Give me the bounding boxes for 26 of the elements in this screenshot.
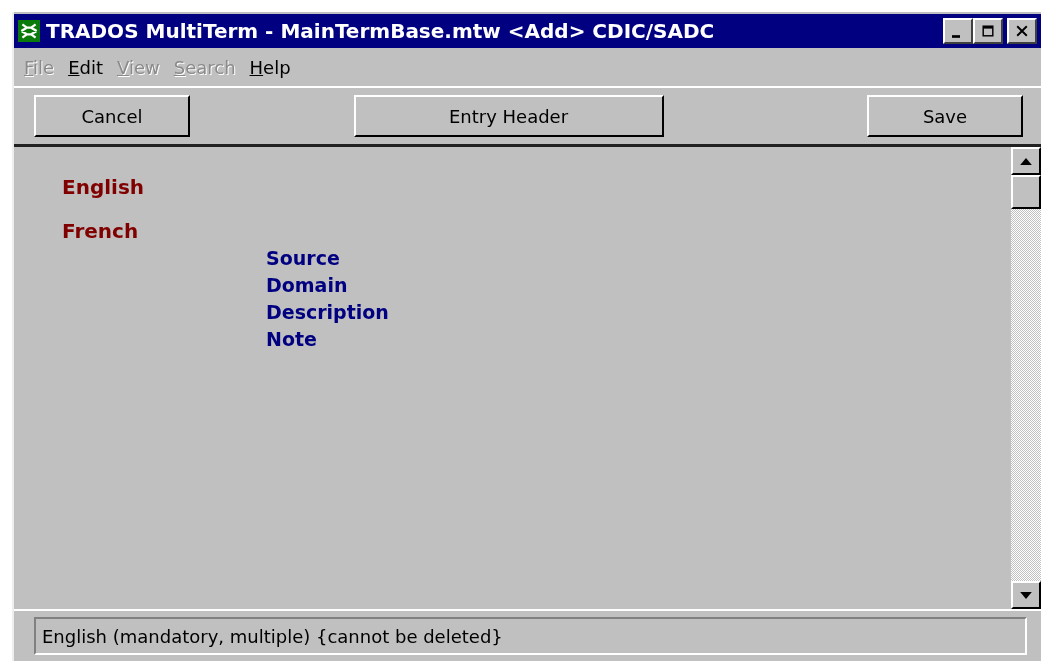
menu-item[interactable]: Help — [249, 56, 291, 78]
minimize-icon — [952, 34, 960, 38]
language-label[interactable]: French — [62, 219, 139, 243]
language-label[interactable]: English — [62, 175, 145, 199]
scroll-thumb[interactable] — [1011, 175, 1041, 209]
vertical-scrollbar[interactable] — [1011, 147, 1041, 609]
field-label[interactable]: Source — [266, 245, 340, 272]
up-arrow-icon — [1020, 157, 1032, 165]
close-button[interactable] — [1007, 18, 1037, 44]
app-logo-icon — [18, 20, 40, 42]
scroll-down-button[interactable] — [1011, 581, 1041, 609]
window-title: TRADOS MultiTerm - MainTermBase.mtw <Add> CDIC/SADC — [46, 19, 716, 43]
status-text: English (mandatory, multiple) {cannot be deleted} — [34, 617, 1027, 655]
maximize-button[interactable] — [973, 18, 1003, 44]
toolbar-button[interactable]: Entry Header — [353, 95, 664, 137]
toolbar-button[interactable]: Cancel — [34, 95, 190, 137]
down-arrow-icon — [1020, 591, 1032, 599]
menu-item[interactable]: Edit — [68, 56, 103, 78]
toolbar-button[interactable]: Save — [867, 95, 1023, 137]
field-label[interactable]: Description — [266, 299, 389, 326]
field-label[interactable]: Domain — [266, 272, 348, 299]
field-label[interactable]: Note — [266, 326, 317, 353]
close-icon — [1016, 25, 1028, 37]
scroll-up-button[interactable] — [1011, 147, 1041, 175]
maximize-icon — [982, 25, 994, 37]
minimize-button[interactable] — [943, 18, 973, 44]
